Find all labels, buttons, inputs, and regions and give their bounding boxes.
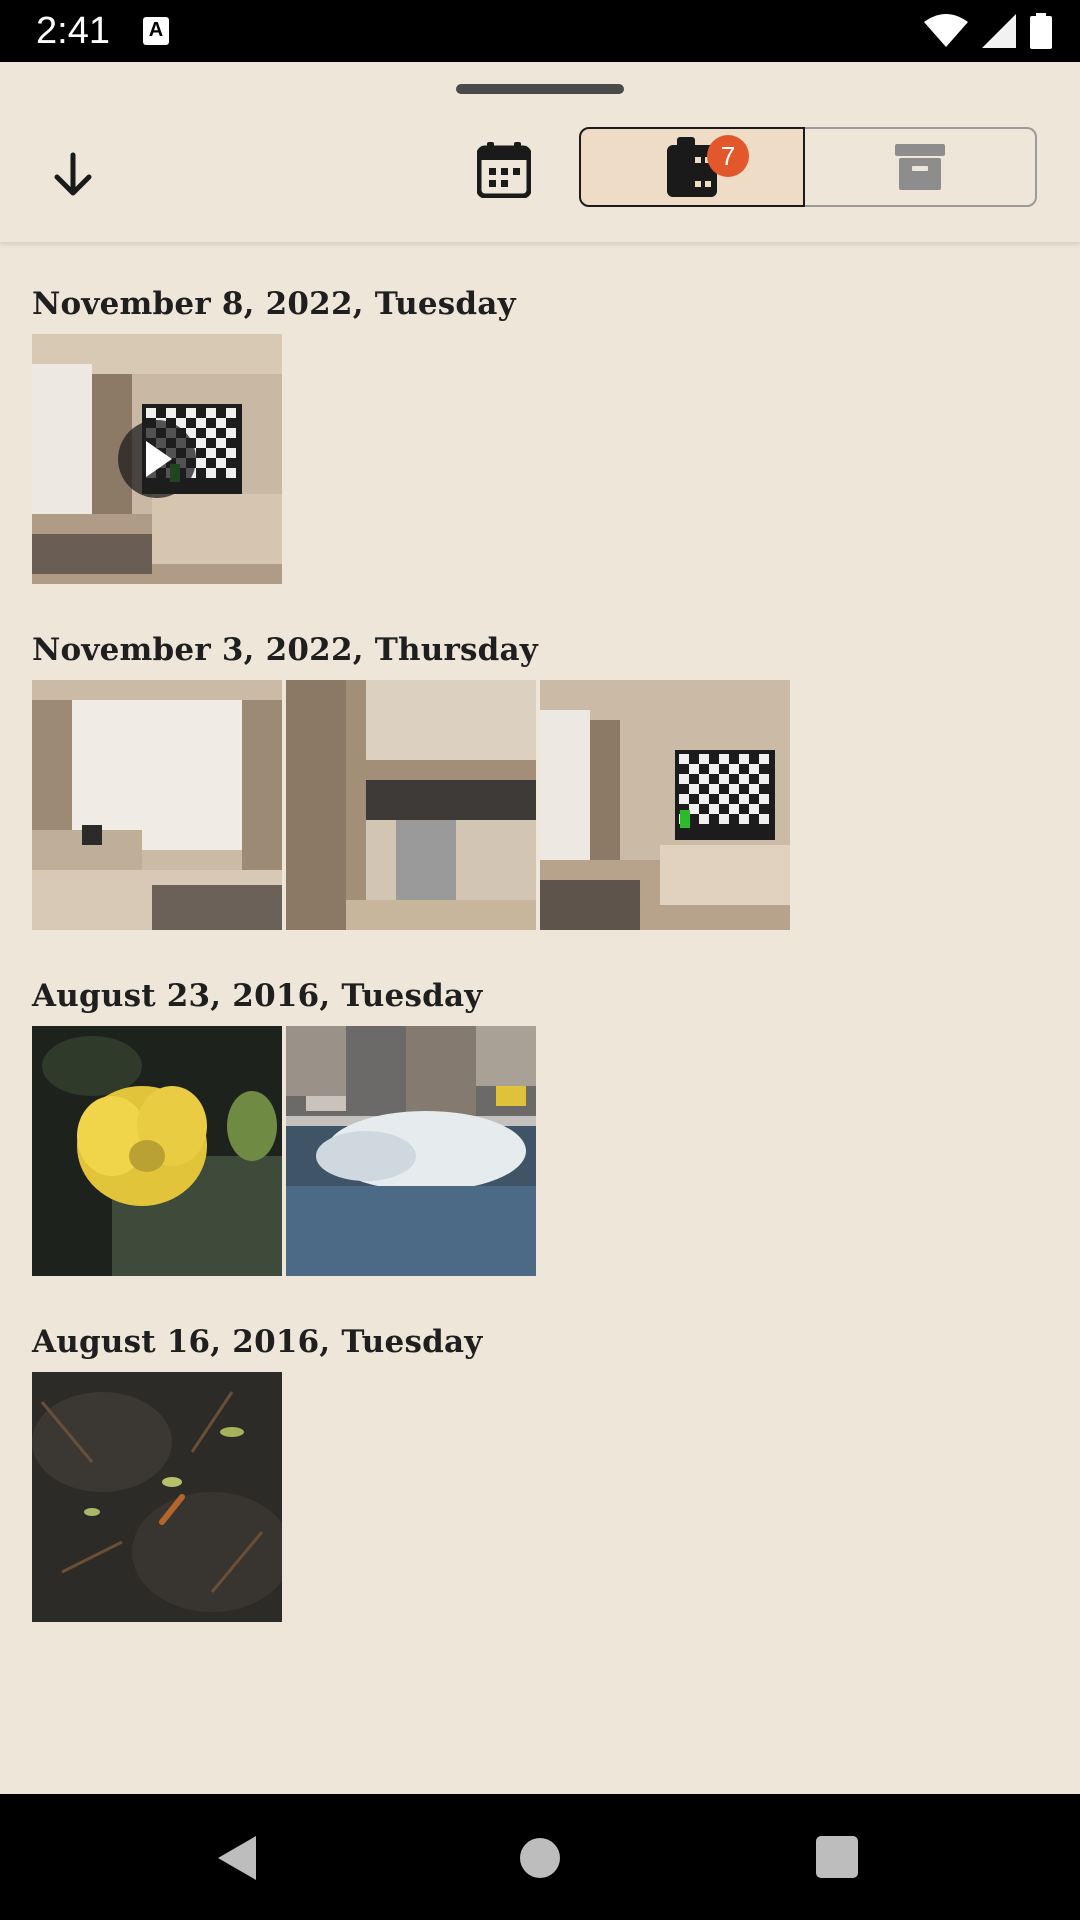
cell-signal-icon [982, 14, 1016, 48]
photo-thumbnail[interactable] [540, 680, 790, 930]
arrow-down-icon [54, 152, 92, 196]
battery-icon [1030, 13, 1052, 49]
wifi-icon [924, 14, 968, 47]
a-notification-icon: A [143, 17, 169, 45]
collapse-button[interactable] [40, 142, 106, 208]
kitchen-image [286, 680, 536, 930]
status-time: 2:41 [36, 10, 110, 52]
play-overlay [118, 420, 196, 498]
top-toolbar: 7 [0, 62, 1080, 242]
photo-thumbnail[interactable] [32, 680, 282, 930]
centipede-on-soil-image [32, 1372, 282, 1622]
back-icon[interactable] [216, 1834, 258, 1882]
archive-segment[interactable] [805, 127, 1037, 207]
archive-icon [895, 144, 945, 190]
calendar-icon [477, 142, 531, 198]
photo-thumbnail[interactable] [32, 1372, 282, 1622]
recents-icon[interactable] [816, 1836, 858, 1878]
calendar-button[interactable] [468, 134, 540, 206]
yellow-cactus-flower-image [32, 1026, 282, 1276]
photo-thumbnail[interactable] [286, 1026, 536, 1276]
play-icon [146, 441, 172, 477]
living-room-tv-image [540, 680, 790, 930]
photo-thumbnail-video[interactable] [32, 334, 282, 584]
photo-thumbnail[interactable] [32, 1026, 282, 1276]
status-icons [924, 12, 1052, 50]
date-header: November 3, 2022, Thursday [32, 632, 538, 668]
photo-thumbnail[interactable] [286, 680, 536, 930]
status-bar: 2:41 A [0, 0, 1080, 62]
rolls-count-badge: 7 [707, 135, 749, 177]
rolls-segment[interactable]: 7 [579, 127, 805, 207]
sheet-drag-handle[interactable] [456, 84, 624, 94]
home-icon[interactable] [520, 1838, 560, 1878]
date-header: August 16, 2016, Tuesday [32, 1324, 483, 1360]
living-room-window-image [32, 680, 282, 930]
view-segmented-control: 7 [579, 127, 1037, 209]
date-header: August 23, 2016, Tuesday [32, 978, 483, 1014]
date-header: November 8, 2022, Tuesday [32, 286, 516, 322]
waves-splashing-image [286, 1026, 536, 1276]
system-nav-bar [0, 1794, 1080, 1920]
